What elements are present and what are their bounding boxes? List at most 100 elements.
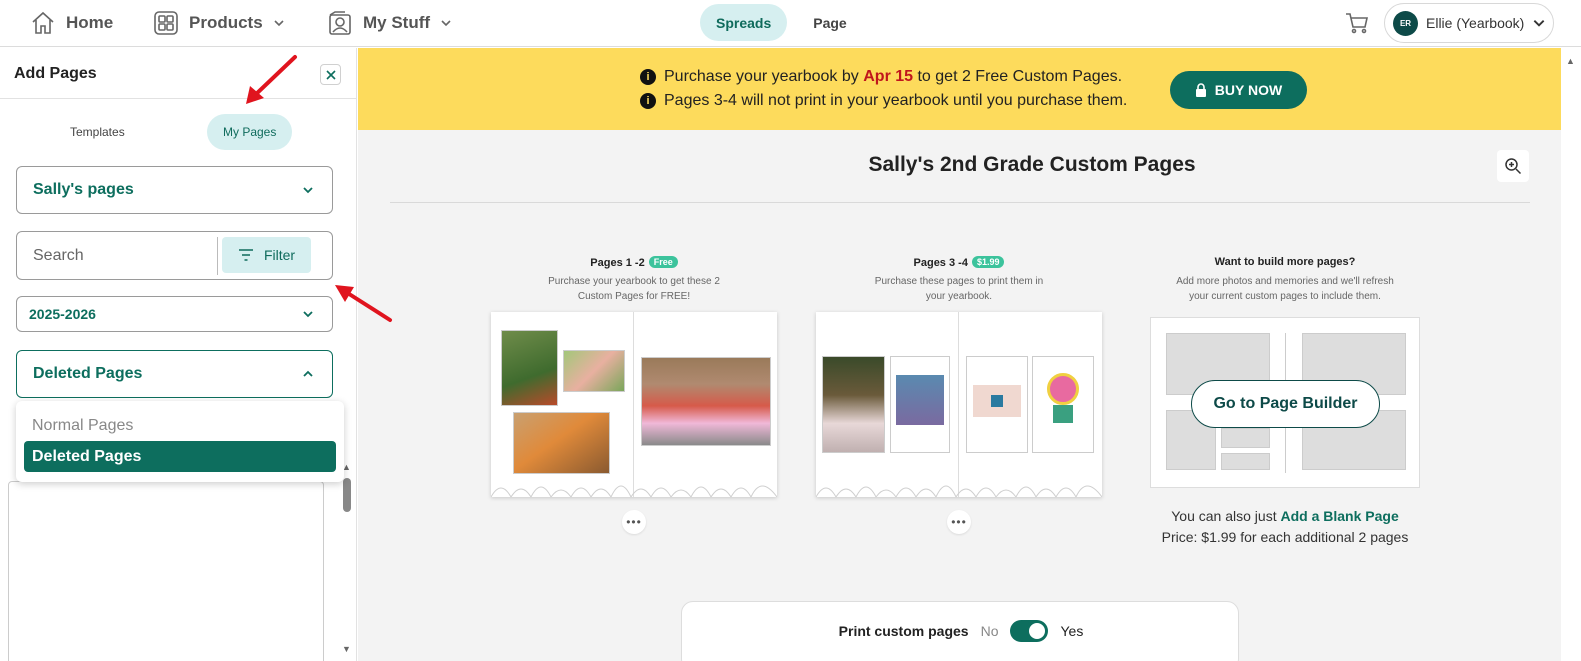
- placeholder-block: [1221, 428, 1270, 448]
- panel-header: Add Pages: [0, 48, 357, 99]
- page-type-select[interactable]: Deleted Pages: [16, 350, 333, 398]
- chevron-up-icon: [303, 370, 313, 377]
- divider: [217, 237, 218, 275]
- filter-icon: [238, 249, 253, 261]
- chevron-down-icon: [274, 20, 284, 27]
- more-icon: •••: [626, 515, 642, 529]
- home-icon: [32, 11, 54, 34]
- buy-now-button[interactable]: BUY NOW: [1170, 71, 1307, 109]
- extra-pages-price: Price: $1.99 for each additional 2 pages: [1161, 529, 1409, 545]
- buy-now-label: BUY NOW: [1214, 82, 1283, 98]
- spread2-heading: Pages 3 -4 $1.99: [816, 256, 1102, 269]
- toggle-yes-label: Yes: [1060, 623, 1084, 639]
- page-card-award: [1032, 356, 1094, 453]
- annotation-arrow: [246, 55, 297, 104]
- close-panel-button[interactable]: [320, 64, 341, 85]
- builder-description: Add more photos and memories and we'll r…: [1176, 276, 1394, 302]
- go-to-page-builder-button[interactable]: Go to Page Builder: [1191, 380, 1380, 428]
- tab-templates[interactable]: Templates: [54, 114, 141, 150]
- spread-pages-3-4[interactable]: [816, 312, 1102, 497]
- panel-tabs: Templates My Pages: [0, 114, 357, 150]
- page-view-button[interactable]: Page: [797, 4, 862, 41]
- products-grid-icon: [154, 11, 178, 35]
- price-badge: $1.99: [971, 256, 1005, 268]
- chevron-down-icon: [303, 311, 313, 318]
- spread2-description: Purchase these pages to print them in you…: [874, 276, 1044, 302]
- divider: [390, 202, 1530, 203]
- panel-title: Add Pages: [14, 65, 97, 82]
- close-icon: [325, 69, 336, 80]
- page-card-youre-outta: [890, 356, 950, 453]
- banner-text: Pages 3-4 will not print in your yearboo…: [664, 92, 1128, 109]
- collection-select-value: Sally's pages: [33, 181, 134, 198]
- main-canvas: i Purchase your yearbook by Apr 15 to ge…: [358, 48, 1581, 661]
- lock-icon: [1195, 82, 1206, 97]
- banner-text: Purchase your yearbook by Apr 15 to get …: [664, 68, 1123, 85]
- nav-home[interactable]: Home: [30, 8, 113, 38]
- photo-soccer: [501, 330, 558, 406]
- user-menu[interactable]: ER Ellie (Yearbook): [1384, 3, 1554, 43]
- option-normal-pages[interactable]: Normal Pages: [24, 410, 336, 441]
- toggle-no-label: No: [980, 623, 999, 639]
- filter-label: Filter: [263, 247, 296, 263]
- spread2-more-button[interactable]: •••: [947, 510, 971, 534]
- print-toggle-row: Print custom pages No Yes: [682, 620, 1240, 642]
- free-badge: Free: [648, 256, 678, 268]
- photo-pumpkins: [513, 412, 610, 474]
- purchase-banner: i Purchase your yearbook by Apr 15 to ge…: [358, 48, 1561, 130]
- toggle-knob: [1029, 623, 1046, 639]
- scroll-down-icon[interactable]: ▼: [342, 644, 351, 654]
- banner-line-1: i Purchase your yearbook by Apr 15 to ge…: [640, 68, 1122, 86]
- pages-list[interactable]: [8, 481, 324, 661]
- spread1-more-button[interactable]: •••: [622, 510, 646, 534]
- print-custom-pages-card: Print custom pages No Yes: [681, 601, 1239, 661]
- collection-select[interactable]: Sally's pages: [16, 166, 333, 214]
- tab-my-pages[interactable]: My Pages: [207, 114, 293, 150]
- chevron-down-icon: [303, 187, 313, 194]
- spread-pages-1-2[interactable]: [491, 312, 777, 497]
- leaf-decoration: [816, 485, 1102, 497]
- chevron-down-icon: [1534, 20, 1545, 27]
- spreads-view-button[interactable]: Spreads: [700, 4, 788, 41]
- blank-page-line: You can also just Add a Blank Page: [1171, 508, 1399, 524]
- main-scrollbar[interactable]: ▲: [1561, 48, 1581, 661]
- nav-products-label: Products: [189, 13, 263, 32]
- search-input[interactable]: [18, 233, 216, 278]
- chevron-down-icon: [441, 20, 451, 27]
- option-deleted-pages[interactable]: Deleted Pages: [24, 441, 336, 472]
- filter-button[interactable]: Filter: [222, 237, 311, 273]
- photo-costumes: [641, 357, 771, 446]
- year-select[interactable]: 2025-2026: [16, 296, 333, 332]
- scroll-thumb[interactable]: [343, 478, 351, 512]
- cart-icon[interactable]: [1344, 10, 1370, 36]
- photo-kids-swing: [563, 350, 625, 392]
- search-box: Filter: [16, 231, 333, 280]
- print-toggle[interactable]: [1010, 620, 1049, 642]
- placeholder-block: [1221, 453, 1270, 470]
- print-label: Print custom pages: [838, 623, 969, 639]
- scroll-up-icon[interactable]: ▲: [1566, 56, 1575, 66]
- spread1-heading: Pages 1 -2 Free: [491, 256, 777, 269]
- panel-scrollbar[interactable]: ▲ ▼: [340, 462, 354, 658]
- info-icon: i: [640, 93, 656, 109]
- nav-my-stuff-label: My Stuff: [363, 13, 431, 32]
- banner-line-2: i Pages 3-4 will not print in your yearb…: [640, 92, 1127, 110]
- photo-bunny-dog: [822, 356, 885, 453]
- top-nav: Home Products My Stuff Spreads Page ER E…: [0, 0, 1581, 47]
- page-card-placeholder: [966, 356, 1028, 453]
- nav-my-stuff[interactable]: My Stuff: [327, 8, 452, 38]
- info-icon: i: [640, 69, 656, 85]
- deadline-date: Apr 15: [863, 68, 914, 85]
- page-type-select-value: Deleted Pages: [33, 365, 143, 382]
- leaf-decoration: [491, 485, 777, 497]
- user-name: Ellie (Yearbook): [1426, 15, 1525, 31]
- my-stuff-icon: [329, 11, 351, 35]
- annotation-arrow: [335, 285, 392, 322]
- nav-products[interactable]: Products: [153, 8, 285, 38]
- more-icon: •••: [951, 515, 967, 529]
- zoom-button[interactable]: [1497, 150, 1529, 182]
- add-blank-page-link[interactable]: Add a Blank Page: [1280, 508, 1398, 524]
- add-pages-panel: Add Pages Templates My Pages Sally's pag…: [0, 48, 357, 661]
- builder-heading: Want to build more pages?: [1214, 256, 1356, 268]
- view-toggle: Spreads Page: [700, 4, 863, 41]
